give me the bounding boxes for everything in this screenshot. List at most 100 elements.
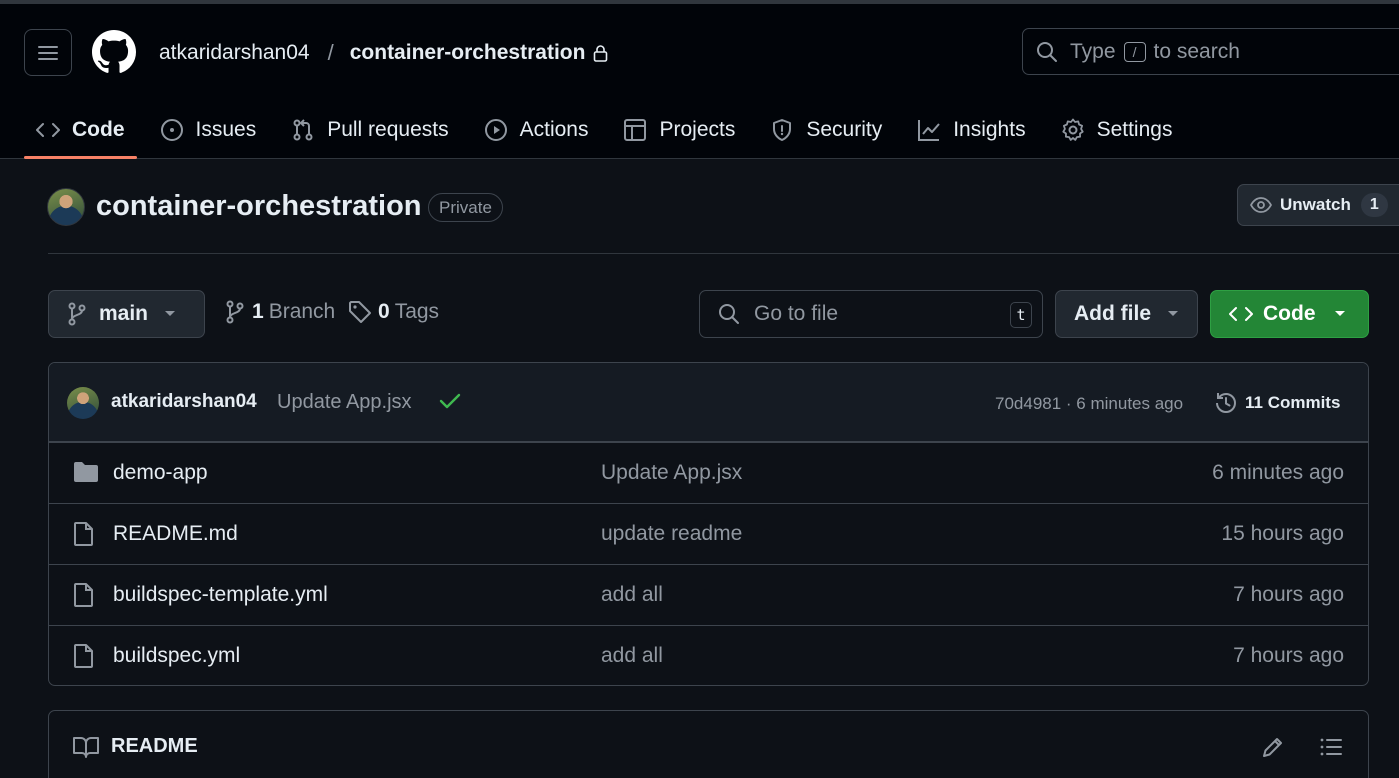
tab-pull-requests[interactable]: Pull requests (279, 108, 460, 152)
code-icon (1229, 307, 1253, 321)
commits-link[interactable]: 11 Commits (1213, 390, 1340, 416)
go-to-file-shortcut-key: t (1010, 302, 1032, 328)
readme-panel: README (48, 710, 1369, 778)
search-shortcut-key: / (1123, 41, 1146, 62)
pull-request-icon (293, 119, 313, 141)
branch-select-button[interactable]: main (48, 290, 205, 338)
file-commit-message[interactable]: add all (601, 644, 663, 668)
book-icon (73, 736, 99, 758)
commit-message[interactable]: Update App.jsx (277, 391, 412, 414)
tab-projects[interactable]: Projects (611, 108, 747, 152)
file-name[interactable]: demo-app (113, 461, 208, 485)
gear-icon (1061, 118, 1084, 141)
file-row-buildspec[interactable]: buildspec.yml add all 7 hours ago (49, 625, 1368, 685)
commit-author[interactable]: atkaridarshan04 (111, 391, 257, 413)
file-icon (74, 583, 93, 607)
file-commit-message[interactable]: Update App.jsx (601, 461, 742, 485)
tab-label: Pull requests (327, 118, 449, 141)
table-icon (624, 119, 647, 141)
add-file-label: Add file (1074, 302, 1151, 325)
owner-avatar[interactable] (47, 188, 85, 226)
code-button[interactable]: Code (1210, 290, 1369, 338)
tab-code[interactable]: Code (24, 108, 137, 159)
file-commit-time: 7 hours ago (1233, 644, 1344, 667)
issue-icon (160, 119, 183, 141)
tab-issues[interactable]: Issues (148, 108, 269, 152)
global-header: atkaridarshan04 / container-orchestratio… (0, 4, 1399, 159)
file-name[interactable]: buildspec-template.yml (113, 583, 328, 607)
file-commit-time: 6 minutes ago (1212, 461, 1344, 484)
go-to-file-placeholder: Go to file (754, 302, 839, 325)
check-icon[interactable] (439, 392, 461, 410)
file-commit-message[interactable]: add all (601, 583, 663, 607)
commits-count: 11 Commits (1245, 393, 1341, 412)
history-icon (1216, 392, 1236, 413)
folder-icon (74, 462, 98, 482)
tab-insights[interactable]: Insights (905, 108, 1037, 152)
tags-link[interactable]: 0 Tags (348, 300, 439, 324)
file-browser: atkaridarshan04 Update App.jsx 70d4981 ·… (48, 362, 1369, 686)
list-outline-icon[interactable] (1319, 735, 1343, 759)
tab-label: Projects (659, 118, 736, 141)
divider (48, 253, 1399, 254)
file-row-buildspec-template[interactable]: buildspec-template.yml add all 7 hours a… (49, 564, 1368, 625)
search-placeholder-suffix: to search (1153, 39, 1240, 63)
search-icon (1037, 41, 1057, 62)
chevron-down-icon (165, 311, 176, 316)
breadcrumb-owner-link[interactable]: atkaridarshan04 (159, 41, 310, 65)
tab-label: Issues (195, 118, 257, 141)
code-icon (36, 123, 60, 137)
search-placeholder-prefix: Type (1070, 39, 1116, 63)
search-icon (719, 304, 739, 324)
file-commit-time: 7 hours ago (1233, 583, 1344, 606)
repo-nav-tabs: Code Issues Pull requests Actions Projec… (24, 108, 1195, 159)
unwatch-button[interactable]: Unwatch 1 (1237, 184, 1399, 226)
code-button-label: Code (1263, 302, 1316, 325)
github-logo-icon[interactable] (92, 30, 136, 74)
go-to-file-input[interactable]: Go to file t (699, 290, 1043, 338)
tab-settings[interactable]: Settings (1049, 108, 1185, 152)
tab-label: Security (806, 118, 883, 141)
chevron-down-icon (1334, 311, 1345, 316)
branches-label: Branch (268, 300, 336, 323)
branch-name: main (99, 302, 149, 325)
hamburger-icon (38, 45, 58, 60)
chevron-down-icon (1168, 311, 1178, 316)
eye-icon (1250, 197, 1272, 213)
breadcrumb: atkaridarshan04 / container-orchestratio… (159, 38, 608, 68)
global-search-input[interactable]: Type / to search (1022, 28, 1399, 75)
file-name[interactable]: README.md (113, 522, 238, 546)
pencil-icon[interactable] (1261, 735, 1285, 759)
tab-label: Actions (519, 118, 589, 141)
breadcrumb-separator: / (327, 40, 334, 65)
tags-label: Tags (394, 300, 440, 323)
tab-label: Insights (953, 118, 1026, 141)
hamburger-menu-button[interactable] (24, 29, 72, 76)
tab-actions[interactable]: Actions (472, 108, 601, 152)
tab-security[interactable]: Security (758, 108, 894, 152)
file-commit-message[interactable]: update readme (601, 522, 742, 546)
readme-title: README (111, 735, 198, 757)
tab-label: Code (72, 118, 125, 141)
graph-icon (918, 120, 940, 141)
readme-header[interactable]: README (73, 735, 198, 758)
file-commit-time: 15 hours ago (1221, 522, 1344, 545)
visibility-badge: Private (428, 193, 503, 222)
tag-icon (349, 301, 371, 323)
file-row-readme[interactable]: README.md update readme 15 hours ago (49, 503, 1368, 564)
commit-hash-time[interactable]: 70d4981 · 6 minutes ago (995, 394, 1183, 414)
tags-count: 0 (378, 300, 390, 323)
file-icon (74, 522, 93, 546)
latest-commit-bar: atkaridarshan04 Update App.jsx 70d4981 ·… (49, 363, 1368, 442)
file-row-demo-app[interactable]: demo-app Update App.jsx 6 minutes ago (49, 442, 1368, 503)
shield-icon (773, 119, 792, 141)
breadcrumb-repo-link[interactable]: container-orchestration (350, 41, 586, 65)
commit-author-avatar[interactable] (67, 387, 99, 419)
unwatch-label: Unwatch (1280, 195, 1351, 214)
add-file-button[interactable]: Add file (1055, 290, 1198, 338)
watch-count-badge: 1 (1360, 193, 1388, 217)
repo-title[interactable]: container-orchestration (96, 190, 422, 223)
branch-icon (226, 300, 244, 324)
file-name[interactable]: buildspec.yml (113, 644, 240, 668)
branches-link[interactable]: 1 Branch (224, 300, 335, 324)
